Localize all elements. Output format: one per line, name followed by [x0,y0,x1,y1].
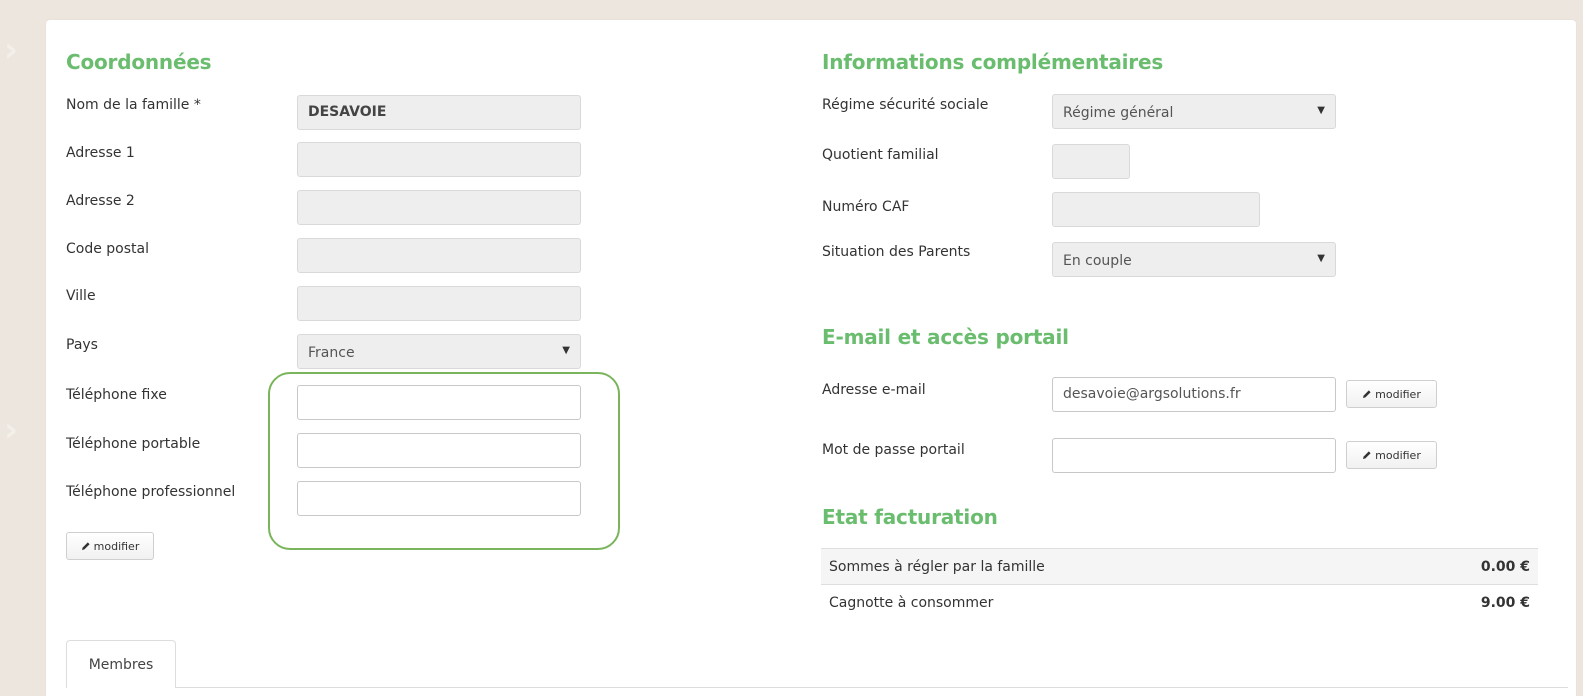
chevron-down-icon: ▼ [1317,105,1325,116]
regime-value: Régime général [1063,105,1174,121]
label-mot-de-passe: Mot de passe portail [822,442,965,458]
label-adresse-email: Adresse e-mail [822,382,926,398]
modifier-label: modifier [1375,387,1421,401]
billing-amount: 0.00 € [1480,558,1530,575]
quotient-field[interactable] [1052,144,1130,179]
modifier-password-button[interactable]: modifier [1346,441,1437,469]
situation-parents-select[interactable]: En couple ▼ [1052,242,1336,277]
label-regime: Régime sécurité sociale [822,97,989,113]
label-ville: Ville [66,288,96,304]
ville-field[interactable] [297,286,581,321]
numero-caf-field[interactable] [1052,192,1260,227]
billing-label: Cagnotte à consommer [829,594,994,611]
tab-membres[interactable]: Membres [66,640,176,688]
pays-value: France [308,345,355,361]
code-postal-field[interactable] [297,238,581,273]
decorative-chevron: › [4,30,19,70]
modifier-coordonnees-button[interactable]: modifier [66,532,154,560]
label-telephone-professionnel: Téléphone professionnel [66,484,236,500]
billing-label: Sommes à régler par la famille [829,558,1045,575]
label-nom-famille: Nom de la famille * [66,97,201,113]
label-numero-caf: Numéro CAF [822,199,910,215]
billing-amount: 9.00 € [1480,594,1530,611]
adresse-1-field[interactable] [297,142,581,177]
email-input[interactable]: desavoie@argsolutions.fr [1052,377,1336,412]
label-quotient: Quotient familial [822,147,939,163]
label-telephone-fixe: Téléphone fixe [66,387,167,403]
pencil-icon [1362,389,1372,399]
label-adresse-1: Adresse 1 [66,145,135,161]
label-situation-parents: Situation des Parents [822,244,971,260]
section-title-infos: Informations complémentaires [822,50,1164,74]
section-title-facturation: Etat facturation [822,505,998,529]
modifier-email-button[interactable]: modifier [1346,380,1437,408]
modifier-label: modifier [1375,448,1421,462]
label-pays: Pays [66,337,98,353]
pencil-icon [1362,450,1372,460]
section-title-coordonnees: Coordonnées [66,50,212,74]
situation-parents-value: En couple [1063,253,1132,269]
table-row: Cagnotte à consommer 9.00 € [821,584,1538,620]
tab-divider [176,687,1568,688]
adresse-2-field[interactable] [297,190,581,225]
label-code-postal: Code postal [66,241,149,257]
section-title-email: E-mail et accès portail [822,325,1069,349]
nom-famille-field[interactable]: DESAVOIE [297,95,581,130]
pencil-icon [81,541,91,551]
chevron-down-icon: ▼ [562,345,570,356]
pays-select[interactable]: France ▼ [297,334,581,369]
label-telephone-portable: Téléphone portable [66,436,201,452]
modifier-label: modifier [93,539,140,553]
family-card: Coordonnées Nom de la famille * DESAVOIE… [46,20,1576,696]
label-adresse-2: Adresse 2 [66,193,135,209]
chevron-down-icon: ▼ [1317,253,1325,264]
phone-fields-highlight [268,372,620,550]
table-row: Sommes à régler par la famille 0.00 € [821,548,1538,584]
regime-select[interactable]: Régime général ▼ [1052,94,1336,129]
decorative-chevron: › [4,410,19,450]
password-input[interactable] [1052,438,1336,473]
